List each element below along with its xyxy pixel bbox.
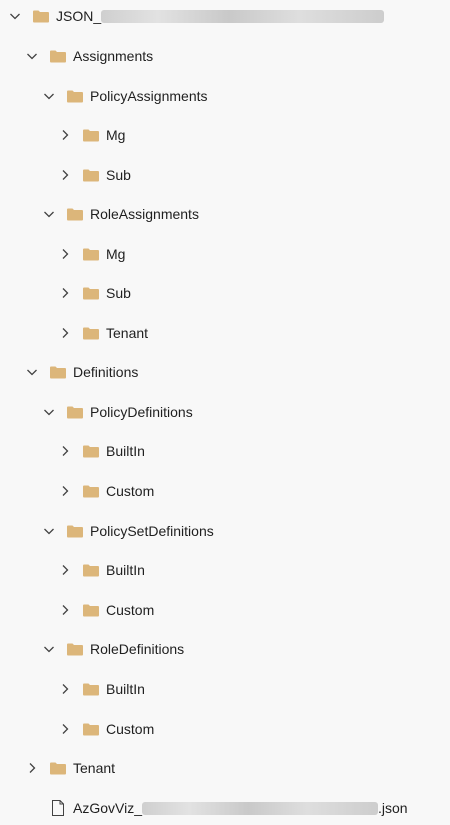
tree-item-label: PolicyAssignments	[90, 88, 208, 104]
tree-item-label: Sub	[106, 285, 131, 301]
tree-item-policy-assignments-sub[interactable]: Sub	[58, 164, 131, 186]
tree-item-role-definitions-custom[interactable]: Custom	[58, 718, 154, 740]
tree-item-role-definitions-builtin[interactable]: BuiltIn	[58, 678, 145, 700]
tree-item-label: Mg	[106, 127, 126, 143]
tree-item-label: Sub	[106, 167, 131, 183]
tree-item-assignments[interactable]: Assignments	[25, 45, 153, 67]
chevron-right-icon[interactable]	[58, 444, 72, 458]
tree-item-label: AzGovViz_	[73, 800, 142, 816]
folder-icon	[82, 127, 100, 143]
folder-icon	[82, 325, 100, 341]
file-extension: .json	[378, 800, 408, 816]
folder-icon	[66, 206, 84, 222]
folder-icon	[66, 641, 84, 657]
tree-item-role-assignments-sub[interactable]: Sub	[58, 282, 131, 304]
file-icon	[49, 800, 67, 816]
chevron-down-icon[interactable]	[25, 49, 39, 63]
folder-icon	[82, 246, 100, 262]
tree-item-label: BuiltIn	[106, 681, 145, 697]
tree-item-definitions[interactable]: Definitions	[25, 361, 138, 383]
tree-item-label: Mg	[106, 246, 126, 262]
tree-item-label: RoleAssignments	[90, 206, 199, 222]
tree-item-tenant[interactable]: Tenant	[25, 757, 115, 779]
folder-icon	[82, 681, 100, 697]
chevron-down-icon[interactable]	[42, 207, 56, 221]
chevron-down-icon[interactable]	[42, 642, 56, 656]
tree-item-policy-assignments[interactable]: PolicyAssignments	[42, 85, 208, 107]
tree-item-label: BuiltIn	[106, 443, 145, 459]
folder-icon	[66, 523, 84, 539]
tree-item-label: Definitions	[73, 364, 139, 380]
tree-item-role-assignments-tenant[interactable]: Tenant	[58, 322, 148, 344]
folder-icon	[82, 285, 100, 301]
chevron-right-icon[interactable]	[58, 603, 72, 617]
chevron-down-icon[interactable]	[42, 405, 56, 419]
redacted-text	[101, 9, 385, 23]
chevron-right-icon[interactable]	[58, 247, 72, 261]
tree-item-role-definitions[interactable]: RoleDefinitions	[42, 638, 184, 660]
chevron-right-icon[interactable]	[25, 761, 39, 775]
folder-icon	[82, 721, 100, 737]
tree-item-role-assignments-mg[interactable]: Mg	[58, 243, 125, 265]
chevron-right-icon[interactable]	[58, 682, 72, 696]
chevron-down-icon[interactable]	[42, 89, 56, 103]
folder-icon	[82, 602, 100, 618]
folder-icon	[82, 562, 100, 578]
tree-item-label: BuiltIn	[106, 562, 145, 578]
chevron-right-icon[interactable]	[58, 128, 72, 142]
chevron-down-icon[interactable]	[8, 9, 22, 23]
tree-item-policyset-definitions-builtin[interactable]: BuiltIn	[58, 559, 145, 581]
chevron-right-icon[interactable]	[58, 484, 72, 498]
folder-icon	[49, 364, 67, 380]
chevron-right-icon[interactable]	[58, 563, 72, 577]
tree-item-label: Assignments	[73, 48, 154, 64]
tree-item-label: PolicyDefinitions	[90, 404, 193, 420]
tree-item-label: Custom	[106, 483, 155, 499]
folder-icon	[32, 8, 50, 24]
chevron-down-icon[interactable]	[42, 524, 56, 538]
folder-icon	[82, 167, 100, 183]
tree-item-policy-definitions[interactable]: PolicyDefinitions	[42, 401, 193, 423]
tree-item-policy-assignments-mg[interactable]: Mg	[58, 124, 125, 146]
tree-item-label: PolicySetDefinitions	[90, 523, 214, 539]
folder-icon	[66, 88, 84, 104]
tree-item-policyset-definitions[interactable]: PolicySetDefinitions	[42, 520, 214, 542]
tree-item-label: Tenant	[73, 760, 116, 776]
folder-icon	[82, 483, 100, 499]
tree-item-label: Custom	[106, 602, 155, 618]
tree-item-policy-definitions-custom[interactable]: Custom	[58, 480, 154, 502]
chevron-right-icon[interactable]	[58, 168, 72, 182]
tree-item-policyset-definitions-custom[interactable]: Custom	[58, 599, 154, 621]
folder-icon	[49, 760, 67, 776]
chevron-down-icon[interactable]	[25, 365, 39, 379]
folder-icon	[82, 443, 100, 459]
tree-item-policy-definitions-builtin[interactable]: BuiltIn	[58, 440, 145, 462]
tree-item-role-assignments[interactable]: RoleAssignments	[42, 203, 199, 225]
folder-icon	[49, 48, 67, 64]
redacted-text	[142, 801, 378, 815]
tree-item-label: Tenant	[106, 325, 149, 341]
chevron-right-icon[interactable]	[58, 722, 72, 736]
folder-icon	[66, 404, 84, 420]
tree-item-label: RoleDefinitions	[90, 641, 185, 657]
tree-item-json-file[interactable]: AzGovViz_ .json	[25, 797, 408, 819]
tree-item-root-folder[interactable]: JSON_	[8, 5, 385, 27]
chevron-right-icon[interactable]	[58, 326, 72, 340]
tree-item-label: JSON_	[56, 8, 102, 24]
tree-item-label: Custom	[106, 721, 155, 737]
chevron-right-icon[interactable]	[58, 286, 72, 300]
